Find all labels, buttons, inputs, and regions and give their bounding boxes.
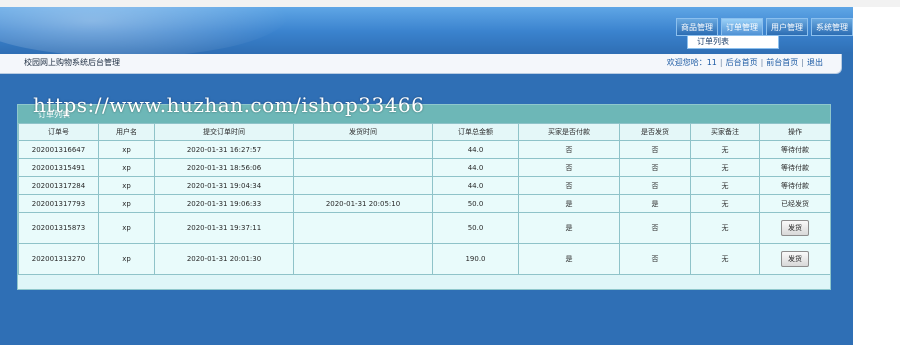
user-bar: 欢迎您哈：11 | 后台首页 | 前台首页 | 退出: [667, 57, 823, 68]
separator: |: [801, 58, 804, 67]
order-list-panel: 订单列表 订单号 用户名 提交订单时间 发货时间 订单总金额 买家是否付款 是否…: [17, 104, 831, 290]
shipped-status-cell: 否: [619, 243, 691, 275]
admin-app: 商品管理 订单管理 用户管理 系统管理 订单列表 校园网上购物系统后台管理 欢迎…: [0, 7, 853, 345]
username-cell: xp: [98, 140, 155, 159]
buyer-note-cell: 无: [690, 140, 760, 159]
separator: |: [760, 58, 764, 67]
ship-time-cell: [293, 176, 433, 195]
paid-status-cell: 是: [518, 194, 620, 213]
shipped-status-cell: 否: [619, 140, 691, 159]
table-row: 202001317284 xp 2020-01-31 19:04:34 44.0 否否无…: [18, 176, 831, 195]
action-cell: 发货: [759, 243, 831, 275]
column-header: 买家备注: [690, 123, 760, 141]
paid-status-cell: 否: [518, 140, 620, 159]
amount-cell: 44.0: [432, 140, 519, 159]
order-number-cell: 202001315873: [18, 212, 99, 244]
action-cell: 已经发货: [759, 194, 831, 213]
site-title: 校园网上购物系统后台管理: [24, 58, 120, 67]
ship-time-cell: [293, 243, 433, 275]
paid-status-cell: 是: [518, 212, 620, 244]
amount-cell: 50.0: [432, 194, 519, 213]
table-row: 202001315873 xp 2020-01-31 19:37:11 50.0 是否无…: [18, 212, 831, 244]
buyer-note-cell: 无: [690, 212, 760, 244]
submit-time-cell: 2020-01-31 20:01:30: [154, 243, 294, 275]
ship-button[interactable]: 发货: [781, 220, 809, 236]
username-cell: xp: [98, 212, 155, 244]
separator: |: [719, 58, 723, 67]
submit-time-cell: 2020-01-31 19:04:34: [154, 176, 294, 195]
buyer-note-cell: 无: [690, 194, 760, 213]
nav-item-system[interactable]: 系统管理: [811, 18, 853, 36]
column-header: 订单总金额: [432, 123, 519, 141]
ship-button[interactable]: 发货: [781, 251, 809, 267]
submit-time-cell: 2020-01-31 19:06:33: [154, 194, 294, 213]
nav-item-products[interactable]: 商品管理: [676, 18, 718, 36]
username-cell: xp: [98, 243, 155, 275]
banner-decoration: [0, 7, 290, 57]
table-row: 202001313270 xp 2020-01-31 20:01:30 190.0 是否…: [18, 243, 831, 275]
amount-cell: 50.0: [432, 212, 519, 244]
shipped-status-cell: 是: [619, 194, 691, 213]
amount-cell: 44.0: [432, 158, 519, 177]
order-number-cell: 202001317793: [18, 194, 99, 213]
buyer-note-cell: 无: [690, 243, 760, 275]
nav-item-orders[interactable]: 订单管理: [721, 18, 763, 36]
welcome-text: 欢迎您哈：11: [666, 58, 717, 67]
action-cell: 等待付款: [759, 176, 831, 195]
username-cell: xp: [98, 194, 155, 213]
nav-item-users[interactable]: 用户管理: [766, 18, 808, 36]
order-number-cell: 202001315491: [18, 158, 99, 177]
ship-time-cell: 2020-01-31 20:05:10: [293, 194, 433, 213]
watermark-text: https://www.huzhan.com/ishop33466: [33, 93, 425, 117]
paid-status-cell: 否: [518, 176, 620, 195]
ship-time-cell: [293, 140, 433, 159]
amount-cell: 190.0: [432, 243, 519, 275]
top-nav: 商品管理 订单管理 用户管理 系统管理: [673, 18, 853, 36]
paid-status-cell: 否: [518, 158, 620, 177]
column-header: 订单号: [18, 123, 99, 141]
ship-time-cell: [293, 212, 433, 244]
buyer-note-cell: 无: [690, 176, 760, 195]
column-header: 发货时间: [293, 123, 433, 141]
submit-time-cell: 2020-01-31 16:27:57: [154, 140, 294, 159]
table-row: 202001316647 xp 2020-01-31 16:27:57 44.0 否否无…: [18, 140, 831, 159]
logout-link[interactable]: 退出: [807, 58, 823, 67]
column-header: 买家是否付款: [518, 123, 620, 141]
shipped-status-cell: 否: [619, 176, 691, 195]
column-header: 提交订单时间: [154, 123, 294, 141]
action-cell: 等待付款: [759, 158, 831, 177]
backend-home-link[interactable]: 后台首页: [726, 58, 758, 67]
nav-dropdown-order-list[interactable]: 订单列表: [687, 35, 779, 49]
table-row: 202001315491 xp 2020-01-31 18:56:06 44.0 否否无…: [18, 158, 831, 177]
shipped-status-cell: 否: [619, 158, 691, 177]
order-number-cell: 202001316647: [18, 140, 99, 159]
ship-time-cell: [293, 158, 433, 177]
action-cell: 等待付款: [759, 140, 831, 159]
submit-time-cell: 2020-01-31 18:56:06: [154, 158, 294, 177]
username-cell: xp: [98, 176, 155, 195]
column-header: 是否发货: [619, 123, 691, 141]
page-gutter: [853, 7, 900, 345]
shipped-status-cell: 否: [619, 212, 691, 244]
submit-time-cell: 2020-01-31 19:37:11: [154, 212, 294, 244]
order-number-cell: 202001317284: [18, 176, 99, 195]
amount-cell: 44.0: [432, 176, 519, 195]
orders-table: 订单号 用户名 提交订单时间 发货时间 订单总金额 买家是否付款 是否发货 买家…: [18, 123, 831, 275]
frontend-home-link[interactable]: 前台首页: [766, 58, 798, 67]
order-number-cell: 202001313270: [18, 243, 99, 275]
info-bar: 校园网上购物系统后台管理 欢迎您哈：11 | 后台首页 | 前台首页 | 退出: [0, 54, 842, 74]
buyer-note-cell: 无: [690, 158, 760, 177]
username-cell: xp: [98, 158, 155, 177]
column-header: 用户名: [98, 123, 155, 141]
table-row: 202001317793 xp 2020-01-31 19:06:33 2020-01…: [18, 194, 831, 213]
action-cell: 发货: [759, 212, 831, 244]
table-header-row: 订单号 用户名 提交订单时间 发货时间 订单总金额 买家是否付款 是否发货 买家…: [18, 123, 831, 141]
paid-status-cell: 是: [518, 243, 620, 275]
column-header: 操作: [759, 123, 831, 141]
